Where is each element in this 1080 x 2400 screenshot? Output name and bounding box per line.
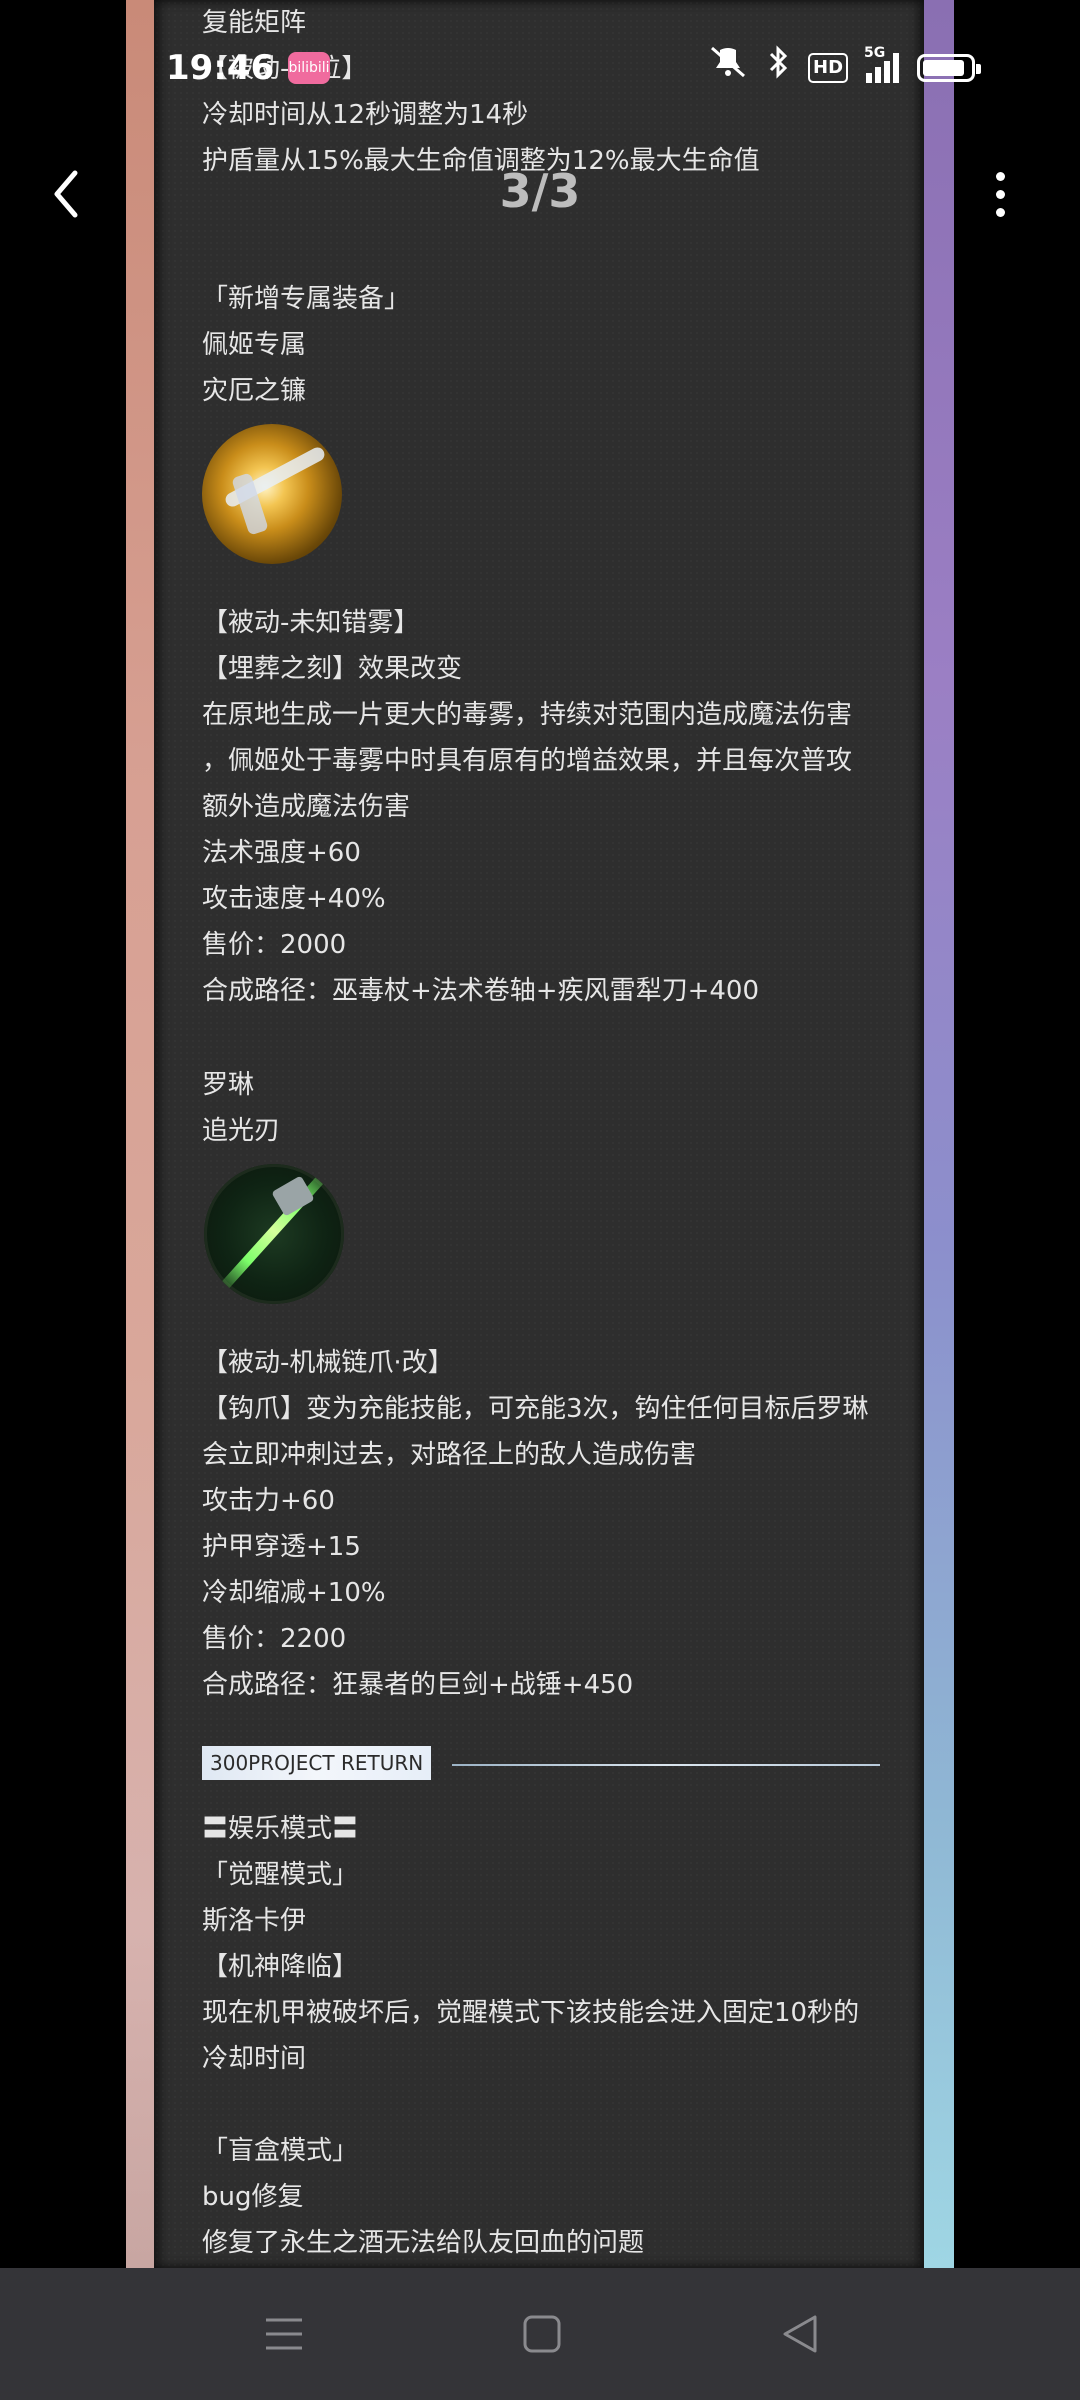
text-line: 在原地生成一片更大的毒雾，持续对范围内造成魔法伤害	[202, 700, 853, 730]
text-line: 额外造成魔法伤害	[202, 792, 411, 822]
bluetooth-icon	[768, 44, 790, 92]
text-line: 售价：2200	[202, 1624, 347, 1654]
text-line: 【埋葬之刻】效果改变	[202, 654, 463, 684]
scythe-item-icon	[202, 424, 342, 564]
text-line: 售价：2000	[202, 930, 347, 960]
text-line: bug修复	[202, 2182, 304, 2212]
section-tag: 300PROJECT RETURN	[202, 1746, 432, 1780]
page-counter: 3/3	[499, 164, 581, 218]
text-line: 罗琳	[202, 1070, 255, 1100]
text-line: 现在机甲被破坏后，觉醒模式下该技能会进入固定10秒的	[202, 1998, 860, 2028]
text-line: 【被动-未知错雾】	[202, 608, 420, 638]
recent-apps-button[interactable]	[254, 2304, 314, 2364]
item-name: 灾厄之镰	[202, 376, 307, 406]
text-line: 【被动-机械链爪·改】	[202, 1348, 454, 1378]
text-line: ，佩姬处于毒雾中时具有原有的增益效果，并且每次普攻	[202, 746, 853, 776]
text-line: 冷却时间从12秒调整为14秒	[202, 100, 529, 130]
bilibili-app-icon: bilibili	[288, 52, 330, 84]
patch-notes-image[interactable]: 复能矩阵 【被动-复位】 冷却时间从12秒调整为14秒 护盾量从15%最大生命值…	[154, 0, 924, 2268]
text-line: 「觉醒模式」	[202, 1860, 359, 1890]
text-line: 法术强度+60	[202, 838, 361, 868]
light-blade-item-icon	[204, 1164, 344, 1304]
image-frame-left-border	[126, 0, 154, 2268]
more-options-button[interactable]	[980, 166, 1020, 222]
home-square-icon	[523, 2315, 561, 2353]
mute-icon	[706, 44, 750, 92]
back-triangle-icon	[783, 2315, 817, 2353]
text-line: 攻击速度+40%	[202, 884, 386, 914]
battery-level	[923, 60, 965, 76]
text-line: 冷却时间	[202, 2044, 307, 2074]
hd-icon: HD	[808, 53, 849, 83]
5g-signal-icon: 5G	[864, 45, 900, 83]
text-line: 合成路径：巫毒杖+法术卷轴+疾风雷犁刀+400	[202, 976, 759, 1006]
text-line: 佩姬专属	[202, 330, 307, 360]
text-line: 斯洛卡伊	[202, 1906, 307, 1936]
text-line: 【钩爪】变为充能技能，可充能3次，钩住任何目标后罗琳	[202, 1394, 869, 1424]
text-line: 复能矩阵	[202, 8, 307, 38]
section-heading: 「新增专属装备」	[202, 284, 411, 314]
section-heading: 〓娱乐模式〓	[202, 1814, 359, 1844]
divider	[452, 1764, 880, 1766]
status-icons: HD 5G	[706, 45, 982, 88]
text-line: 「盲盒模式」	[202, 2136, 359, 2166]
text-line: 修复了永生之酒无法给队友回血的问题	[202, 2228, 645, 2258]
status-time: 19:46	[166, 48, 275, 88]
back-nav-button[interactable]	[770, 2304, 830, 2364]
item-name: 追光刃	[202, 1116, 281, 1146]
text-line: 合成路径：狂暴者的巨剑+战锤+450	[202, 1670, 634, 1700]
text-line: 冷却缩减+10%	[202, 1578, 386, 1608]
home-button[interactable]	[512, 2304, 572, 2364]
text-line: 会立即冲刺过去，对路径上的敌人造成伤害	[202, 1440, 697, 1470]
battery-icon	[917, 54, 982, 82]
more-vertical-icon	[995, 171, 1005, 181]
text-line: 【机神降临】	[202, 1952, 359, 1982]
image-viewer-stage[interactable]: 复能矩阵 【被动-复位】 冷却时间从12秒调整为14秒 护盾量从15%最大生命值…	[0, 0, 1080, 2268]
menu-icon	[266, 2318, 302, 2350]
text-line: 攻击力+60	[202, 1486, 335, 1516]
image-frame-right-border	[924, 0, 954, 2268]
navigation-bar	[0, 2268, 1080, 2400]
text-line: 护甲穿透+15	[202, 1532, 361, 1562]
